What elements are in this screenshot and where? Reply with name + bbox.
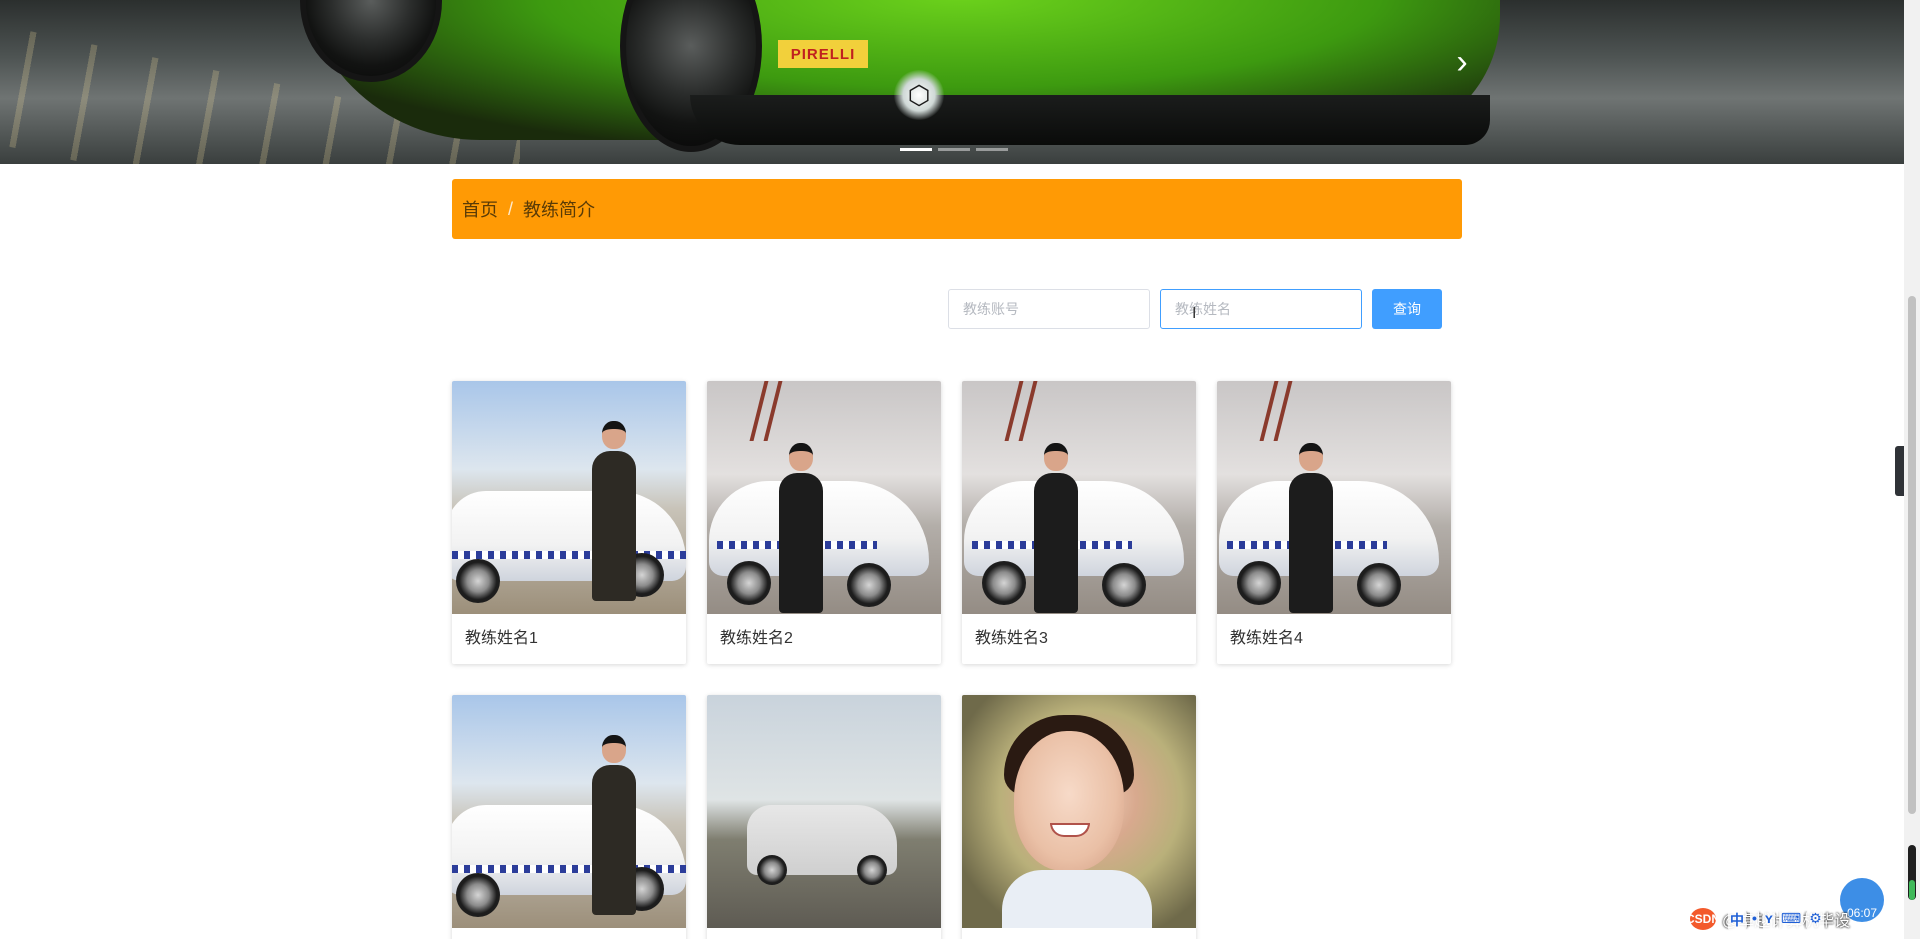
ime-keyboard-icon[interactable]: ⌨ xyxy=(1778,910,1804,930)
ime-settings-icon[interactable]: ⚙ xyxy=(1807,910,1824,930)
coach-card[interactable]: 教练姓名2 xyxy=(707,381,941,664)
coach-card[interactable] xyxy=(452,695,686,939)
csdn-logo-icon: CSDN xyxy=(1686,908,1720,930)
coach-name: 教练姓名4 xyxy=(1230,630,1303,647)
coach-name xyxy=(707,928,941,939)
coach-name: 教练姓名1 xyxy=(465,630,538,647)
coach-photo xyxy=(452,695,686,928)
scrollbar-thumb[interactable] xyxy=(1908,296,1916,814)
hexagon-logo-icon: ⬡ xyxy=(894,70,944,120)
coach-account-input[interactable] xyxy=(948,289,1150,329)
coach-card[interactable]: 教练姓名3 xyxy=(962,381,1196,664)
breadcrumb: 首页 / 教练简介 xyxy=(452,179,1462,239)
breadcrumb-separator: / xyxy=(508,198,514,219)
coach-photo xyxy=(962,695,1196,928)
breadcrumb-current: 教练简介 xyxy=(523,200,596,220)
coach-photo xyxy=(707,381,941,614)
search-button[interactable]: 查询 xyxy=(1372,289,1442,329)
scroll-indicator-green xyxy=(1909,880,1915,900)
breadcrumb-home-link[interactable]: 首页 xyxy=(462,196,498,222)
ime-mode-icon[interactable]: 中 xyxy=(1728,910,1746,930)
ime-voice-icon[interactable]: ʏ xyxy=(1762,910,1775,930)
coach-photo xyxy=(452,381,686,614)
coach-card[interactable] xyxy=(962,695,1196,939)
ime-toolbar[interactable]: 中 • ʏ ⌨ ⚙ xyxy=(1728,910,1824,930)
coach-card[interactable]: 教练姓名1 xyxy=(452,381,686,664)
coach-name xyxy=(452,928,686,939)
page-scrollbar[interactable] xyxy=(1904,0,1920,939)
text-cursor-icon: I xyxy=(1192,305,1197,322)
carousel-indicators xyxy=(900,148,1008,151)
coach-photo xyxy=(707,695,941,928)
coach-name: 教练姓名3 xyxy=(975,630,1048,647)
ime-punct-icon[interactable]: • xyxy=(1750,910,1759,930)
coach-card[interactable] xyxy=(707,695,941,939)
carousel-dot-3[interactable] xyxy=(976,148,1008,151)
coach-name: 教练姓名2 xyxy=(720,630,793,647)
coach-name-input[interactable] xyxy=(1160,289,1362,329)
coach-photo xyxy=(962,381,1196,614)
page: PIRELLI ⬡ › 首页 / 教练简介 I 查询 教练姓名1 xyxy=(0,0,1920,939)
carousel-dot-2[interactable] xyxy=(938,148,970,151)
coach-photo xyxy=(1217,381,1451,614)
coach-card[interactable]: 教练姓名4 xyxy=(1217,381,1451,664)
banner-carousel[interactable]: PIRELLI ⬡ › xyxy=(0,0,1904,164)
carousel-next-button[interactable]: › xyxy=(1450,42,1474,82)
car-splitter xyxy=(690,95,1490,145)
coach-name xyxy=(962,928,1196,939)
carousel-dot-1[interactable] xyxy=(900,148,932,151)
pirelli-sticker: PIRELLI xyxy=(778,40,868,68)
